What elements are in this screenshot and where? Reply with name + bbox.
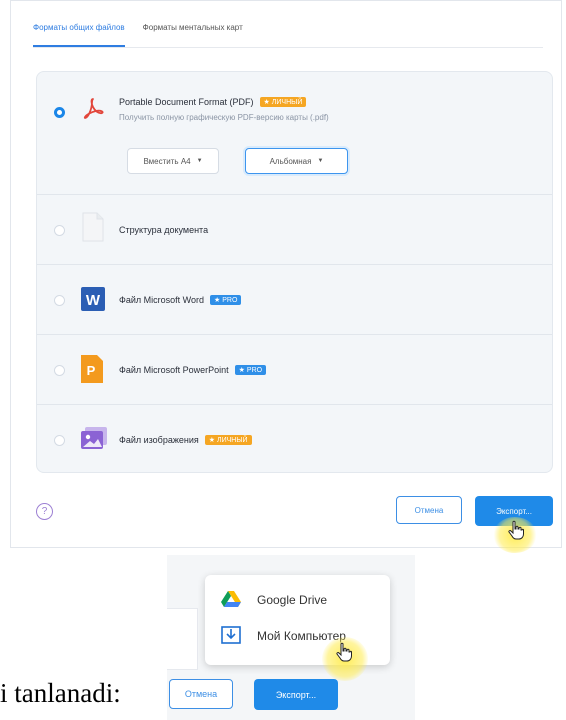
pro-badge-label: PRO [222, 297, 238, 304]
background-card [167, 608, 198, 670]
format-option-image[interactable]: Файл изображения ★ ЛИЧНЫЙ [37, 404, 552, 474]
radio-image[interactable] [54, 435, 65, 446]
radio-powerpoint[interactable] [54, 365, 65, 376]
hand-cursor-icon [508, 520, 524, 545]
microsoft-word-icon: W [81, 287, 105, 316]
orientation-select[interactable]: Альбомная ▼ [245, 148, 348, 174]
pdf-icon [81, 96, 105, 125]
personal-badge-label: ЛИЧНЫЙ [271, 99, 303, 106]
personal-badge: ★ ЛИЧНЫЙ [259, 97, 307, 107]
image-file-icon [81, 427, 107, 454]
pro-badge: ★ PRO [234, 365, 267, 375]
format-list: Portable Document Format (PDF) ★ ЛИЧНЫЙ П… [36, 71, 553, 473]
word-title-text: Файл Microsoft Word [119, 295, 204, 305]
format-tabs: Форматы общих файлов Форматы ментальных … [33, 23, 243, 47]
hand-cursor-icon [336, 642, 352, 667]
page-size-select[interactable]: Вместить А4 ▼ [127, 148, 219, 174]
pro-badge-label: PRO [246, 367, 263, 374]
page-size-value: Вместить А4 [143, 156, 191, 166]
pdf-title: Portable Document Format (PDF) ★ ЛИЧНЫЙ [119, 97, 307, 107]
cancel-button[interactable]: Отмена [396, 496, 462, 524]
outline-title: Структура документа [119, 225, 209, 235]
tabs-divider [33, 47, 543, 48]
caption-text: i tanlanadi: [0, 678, 121, 708]
tab-common-file-formats[interactable]: Форматы общих файлов [33, 23, 125, 47]
microsoft-powerpoint-icon: P [81, 355, 103, 388]
tab-mind-map-formats[interactable]: Форматы ментальных карт [143, 23, 243, 47]
personal-badge: ★ ЛИЧНЫЙ [204, 435, 252, 445]
pro-badge: ★ PRO [209, 295, 242, 305]
google-drive-label: Google Drive [257, 593, 328, 607]
help-icon[interactable]: ? [36, 503, 53, 520]
chevron-down-icon: ▼ [196, 158, 203, 164]
format-option-outline[interactable]: Структура документа [37, 194, 552, 264]
format-option-powerpoint[interactable]: P Файл Microsoft PowerPoint ★ PRO [37, 334, 552, 404]
pdf-subtitle: Получить полную графическую PDF-версию к… [119, 113, 329, 122]
radio-outline[interactable] [54, 225, 65, 236]
word-title: Файл Microsoft Word ★ PRO [119, 295, 242, 305]
powerpoint-title: Файл Microsoft PowerPoint ★ PRO [119, 365, 267, 375]
svg-text:W: W [86, 292, 101, 309]
chevron-down-icon: ▼ [317, 158, 324, 164]
menu-item-google-drive[interactable]: Google Drive [205, 585, 390, 615]
document-outline-icon [81, 212, 105, 247]
image-title-text: Файл изображения [119, 435, 199, 445]
radio-pdf[interactable] [54, 107, 65, 118]
powerpoint-title-text: Файл Microsoft PowerPoint [119, 365, 229, 375]
personal-badge-label: ЛИЧНЫЙ [216, 437, 248, 444]
google-drive-icon [221, 590, 241, 611]
export-dialog: Форматы общих файлов Форматы ментальных … [10, 0, 562, 548]
download-icon [221, 625, 241, 647]
pdf-title-text: Portable Document Format (PDF) [119, 97, 254, 107]
svg-text:P: P [87, 363, 96, 378]
cancel-button[interactable]: Отмена [169, 679, 233, 709]
format-option-word[interactable]: W Файл Microsoft Word ★ PRO [37, 264, 552, 334]
orientation-value: Альбомная [269, 156, 312, 166]
export-button[interactable]: Экспорт... [254, 679, 338, 710]
radio-word[interactable] [54, 295, 65, 306]
image-title: Файл изображения ★ ЛИЧНЫЙ [119, 435, 252, 445]
